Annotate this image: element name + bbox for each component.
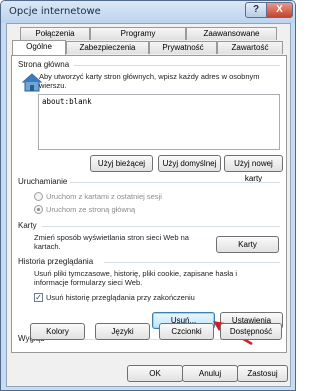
radio-home-page-label: Uruchom ze stroną główną — [46, 205, 136, 214]
startup-group-title: Uruchamianie — [18, 177, 72, 186]
tabs-group-title: Karty — [18, 221, 41, 230]
accessibility-button[interactable]: Dostępność — [220, 323, 282, 340]
history-group-title: Historia przeglądania — [18, 257, 98, 266]
cancel-button[interactable]: Anuluj — [182, 365, 238, 382]
use-default-button[interactable]: Użyj domyślnej — [158, 155, 221, 172]
tab-general[interactable]: Ogólne — [12, 40, 66, 55]
dialog-client-area: Połączenia Programy Zaawansowane Ogólne … — [6, 23, 291, 387]
help-button[interactable]: ? — [245, 2, 267, 18]
tab-content[interactable]: Zawartość — [217, 41, 283, 54]
home-group-title: Strona główna — [18, 60, 74, 69]
clear-history-on-exit-label: Usuń historię przeglądania przy zakończe… — [46, 293, 195, 302]
tab-advanced[interactable]: Zaawansowane — [186, 27, 277, 40]
radio-last-session-label: Uruchom z kartami z ostatniej sesji — [46, 192, 162, 201]
dialog-window: Opcje internetowe ? X Połączenia Program… — [0, 0, 296, 391]
general-tab-panel: Strona główna Aby utworzyć karty stron g… — [11, 55, 287, 353]
ok-button[interactable]: OK — [127, 365, 183, 382]
radio-last-session[interactable] — [34, 192, 43, 201]
history-description: Usuń pliki tymczasowe, historię, pliki c… — [34, 269, 238, 287]
tab-privacy[interactable]: Prywatność — [149, 41, 217, 54]
title-bar: Opcje internetowe ? X — [1, 1, 295, 23]
home-page-url-field[interactable]: about:blank — [38, 94, 280, 150]
home-description: Aby utworzyć karty stron głównych, wpisz… — [39, 72, 260, 90]
tabs-button[interactable]: Karty — [216, 236, 279, 253]
tab-connections[interactable]: Połączenia — [20, 27, 90, 40]
history-group-separator — [104, 262, 280, 263]
tabs-group-separator — [42, 226, 280, 227]
clear-history-on-exit-checkbox[interactable]: ✓ — [34, 293, 43, 302]
use-current-button[interactable]: Użyj bieżącej — [90, 155, 153, 172]
tab-security[interactable]: Zabezpieczenia — [66, 41, 149, 54]
colors-button[interactable]: Kolory — [30, 323, 85, 340]
languages-button[interactable]: Języki — [95, 323, 150, 340]
apply-button[interactable]: Zastosuj — [237, 365, 288, 382]
use-new-tab-button[interactable]: Użyj nowej karty — [224, 155, 283, 183]
home-group-separator — [74, 65, 280, 66]
tabs-description: Zmień sposób wyświetlania stron sieci We… — [34, 233, 189, 251]
close-button[interactable]: X — [266, 2, 293, 18]
window-title: Opcje internetowe — [9, 6, 101, 17]
radio-home-page[interactable] — [34, 205, 43, 214]
startup-group-separator — [70, 182, 280, 183]
fonts-button[interactable]: Czcionki — [159, 323, 214, 340]
tab-programs[interactable]: Programy — [90, 27, 186, 40]
